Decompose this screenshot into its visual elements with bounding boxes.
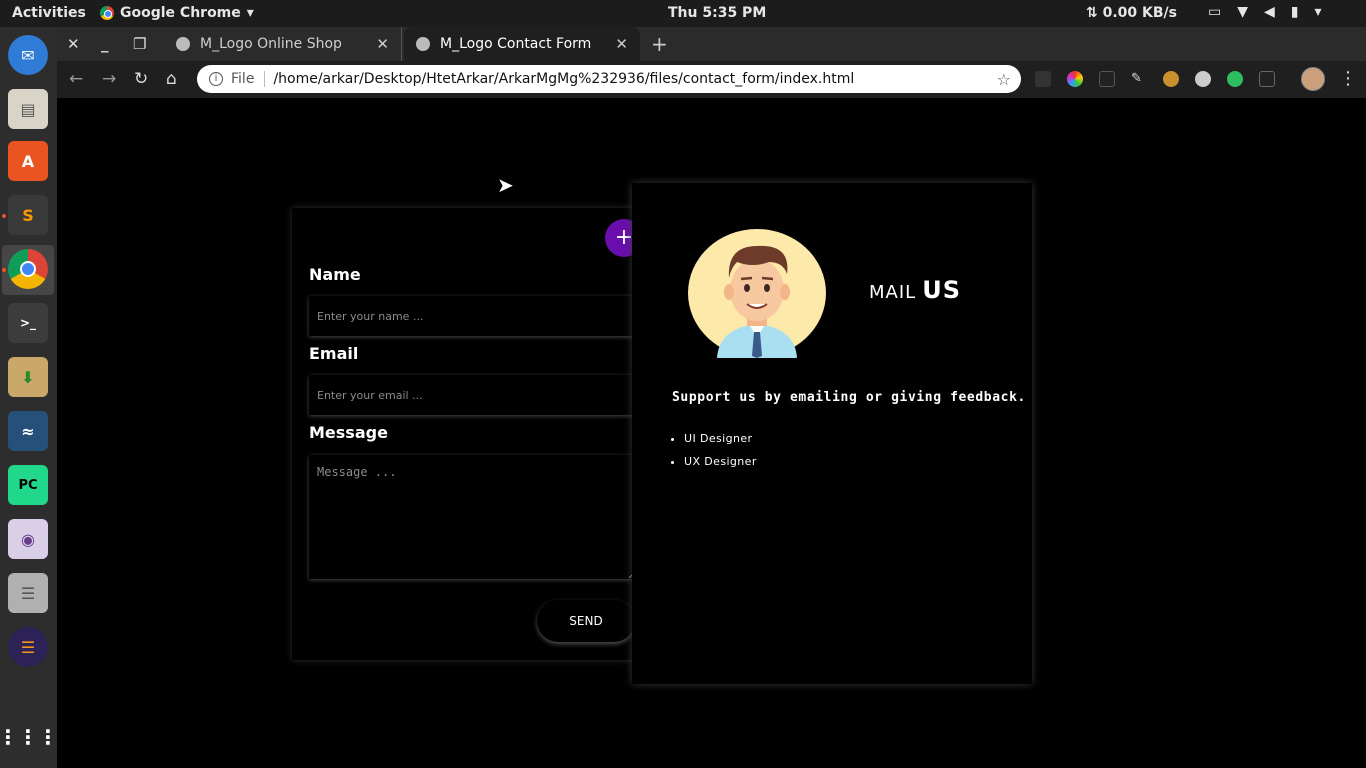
globe-icon xyxy=(416,37,430,51)
extension-color-picker-icon[interactable] xyxy=(1067,71,1083,87)
clock[interactable]: Thu 5:35 PM xyxy=(668,5,766,21)
archive-manager-icon[interactable]: ⬇ xyxy=(8,357,48,397)
extension-cube-icon[interactable] xyxy=(1035,71,1051,87)
extension-cookie-icon[interactable] xyxy=(1163,71,1179,87)
app-menu[interactable]: Google Chrome ▾ xyxy=(100,5,254,21)
dock: ✉ ▤ A S >_ ⬇ ≈ PC ◉ ☰ ☰ ⋮⋮⋮ xyxy=(0,27,58,768)
message-field[interactable] xyxy=(309,455,636,579)
app-grid-icon[interactable]: ⋮⋮⋮ xyxy=(0,717,58,757)
chevron-down-icon: ▾ xyxy=(246,5,254,21)
list-item: UX Designer xyxy=(684,455,757,468)
extension-pen-icon[interactable]: ✎ xyxy=(1131,71,1147,87)
name-label: Name xyxy=(309,265,361,284)
home-icon[interactable]: ⌂ xyxy=(166,69,177,89)
globe-icon xyxy=(176,37,190,51)
bookmark-star-icon[interactable]: ☆ xyxy=(997,70,1011,89)
support-text: Support us by emailing or giving feedbac… xyxy=(672,390,1026,405)
email-label: Email xyxy=(309,344,359,363)
contact-form-card: + Name Email Message SEND xyxy=(292,208,653,660)
address-bar[interactable]: i File /home/arkar/Desktop/HtetArkar/Ark… xyxy=(197,65,1021,93)
new-tab-icon[interactable]: + xyxy=(651,32,668,56)
mail-us-heading-part2: US xyxy=(922,276,962,304)
camera-indicator-icon[interactable]: ▭ xyxy=(1208,4,1221,20)
tab-strip: ✕ _ ❐ M_Logo Online Shop ✕ M_Logo Contac… xyxy=(57,27,1366,61)
send-button[interactable]: SEND xyxy=(537,600,635,642)
mouse-pointer-icon: ➤ xyxy=(497,173,514,197)
extension-youtube-icon[interactable] xyxy=(1099,71,1115,87)
info-icon[interactable]: i xyxy=(209,72,223,86)
roles-list: UI Designer UX Designer xyxy=(684,432,757,478)
tab-close-icon[interactable]: ✕ xyxy=(615,35,628,53)
tab-contact-form[interactable]: M_Logo Contact Form ✕ xyxy=(404,27,640,61)
web-page: ➤ + Name Email Message SEND MA xyxy=(57,98,1366,768)
extension-evernote-icon[interactable] xyxy=(1227,71,1243,87)
tab-title: M_Logo Online Shop xyxy=(200,36,342,52)
avatar xyxy=(688,229,826,358)
mysql-workbench-icon[interactable]: ≈ xyxy=(8,411,48,451)
window-restore-icon[interactable]: ❐ xyxy=(133,35,146,53)
network-speed: ⇅ 0.00 KB/s xyxy=(1086,5,1177,21)
mail-us-heading-part1: MAIL xyxy=(869,282,917,303)
back-icon[interactable]: ← xyxy=(69,69,83,89)
url-scheme: File xyxy=(231,71,266,87)
name-field[interactable] xyxy=(309,296,636,336)
files-icon[interactable]: ▤ xyxy=(8,89,48,129)
system-menu-chevron-icon[interactable]: ▾ xyxy=(1315,4,1322,20)
network-speed-value: 0.00 KB/s xyxy=(1102,5,1177,21)
forward-icon[interactable]: → xyxy=(102,69,116,89)
reload-icon[interactable]: ↻ xyxy=(134,69,148,89)
wifi-icon[interactable]: ▼ xyxy=(1237,4,1248,20)
mail-us-heading: MAIL US xyxy=(869,276,961,304)
volume-icon[interactable]: ◀ xyxy=(1264,4,1275,20)
battery-icon[interactable]: ▮ xyxy=(1291,4,1299,20)
activities-button[interactable]: Activities xyxy=(12,5,86,21)
chrome-icon[interactable] xyxy=(8,249,48,289)
window-close-icon[interactable]: ✕ xyxy=(67,35,80,53)
eclipse-icon[interactable]: ☰ xyxy=(8,627,48,667)
database-icon[interactable]: ☰ xyxy=(8,573,48,613)
app-menu-label: Google Chrome xyxy=(120,5,241,21)
browser-toolbar: ← → ↻ ⌂ i File /home/arkar/Desktop/HtetA… xyxy=(57,61,1366,98)
pycharm-icon[interactable]: PC xyxy=(8,465,48,505)
sublime-text-icon[interactable]: S xyxy=(8,195,48,235)
running-indicator xyxy=(2,268,6,272)
profile-avatar[interactable] xyxy=(1301,67,1325,91)
email-field[interactable] xyxy=(309,375,636,415)
extension-m-icon[interactable] xyxy=(1195,71,1211,87)
system-top-bar: Activities Google Chrome ▾ Thu 5:35 PM ⇅… xyxy=(0,0,1366,27)
url-text[interactable]: /home/arkar/Desktop/HtetArkar/ArkarMgMg%… xyxy=(273,71,854,87)
software-center-icon[interactable]: A xyxy=(8,141,48,181)
tab-online-shop[interactable]: M_Logo Online Shop ✕ xyxy=(164,27,402,61)
message-label: Message xyxy=(309,423,388,442)
window-minimize-icon[interactable]: _ xyxy=(101,35,109,53)
more-menu-icon[interactable]: ⋮ xyxy=(1339,68,1357,89)
tab-close-icon[interactable]: ✕ xyxy=(376,35,389,53)
camera-icon[interactable]: ◉ xyxy=(8,519,48,559)
tab-title: M_Logo Contact Form xyxy=(440,36,592,52)
mail-us-card: MAIL US Support us by emailing or giving… xyxy=(632,183,1032,684)
extension-glasses-icon[interactable] xyxy=(1259,71,1275,87)
list-item: UI Designer xyxy=(684,432,757,445)
running-indicator xyxy=(2,214,6,218)
system-tray[interactable]: ▭ ▼ ◀ ▮ ▾ xyxy=(1208,4,1322,20)
chrome-icon xyxy=(100,6,114,20)
thunderbird-icon[interactable]: ✉ xyxy=(8,35,48,75)
terminal-icon[interactable]: >_ xyxy=(8,303,48,343)
